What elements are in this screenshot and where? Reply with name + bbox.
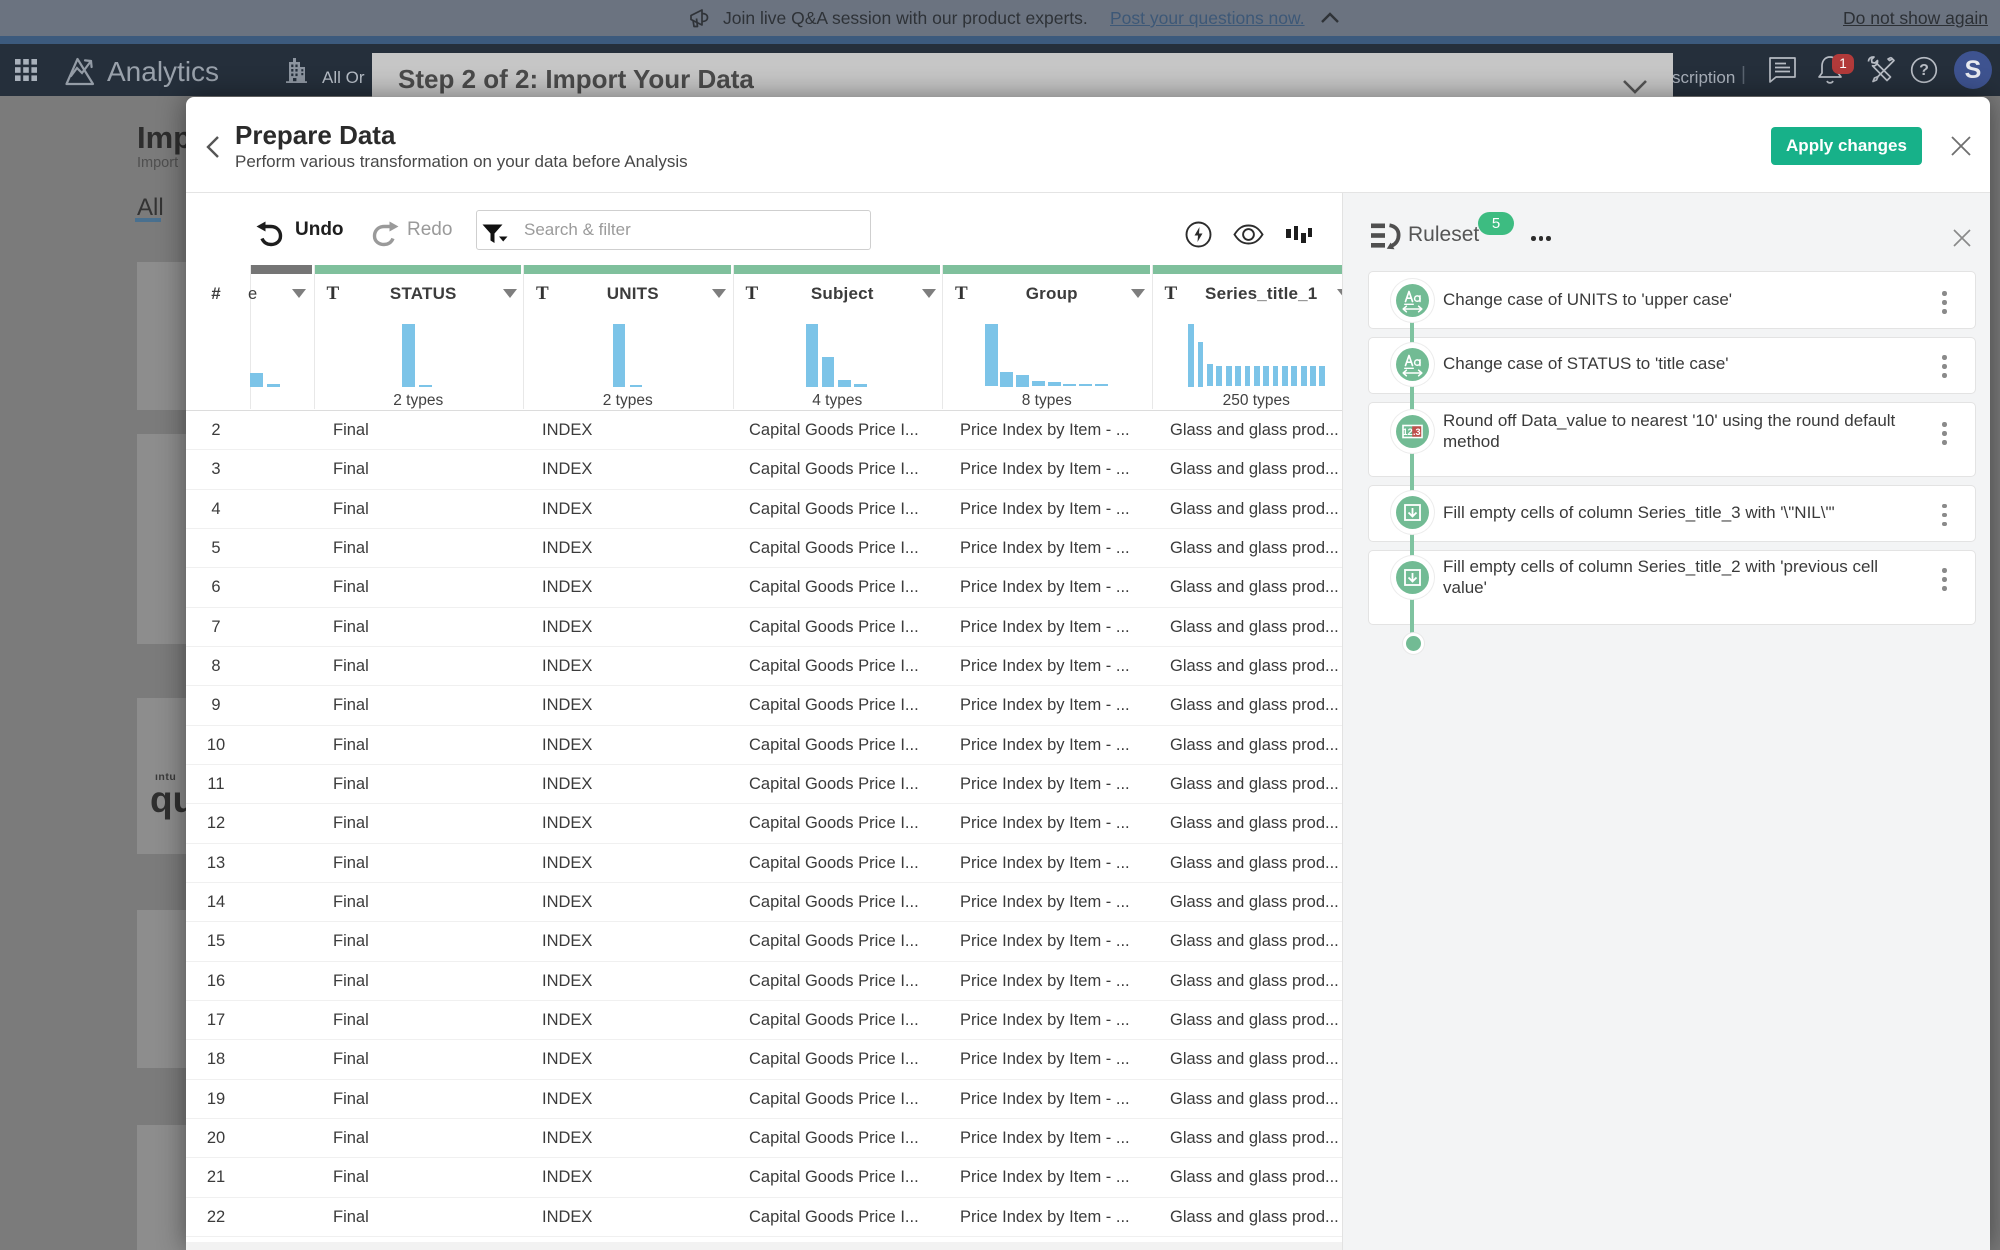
svg-text:.3: .3 <box>1413 426 1421 436</box>
svg-text:12: 12 <box>1402 426 1412 436</box>
